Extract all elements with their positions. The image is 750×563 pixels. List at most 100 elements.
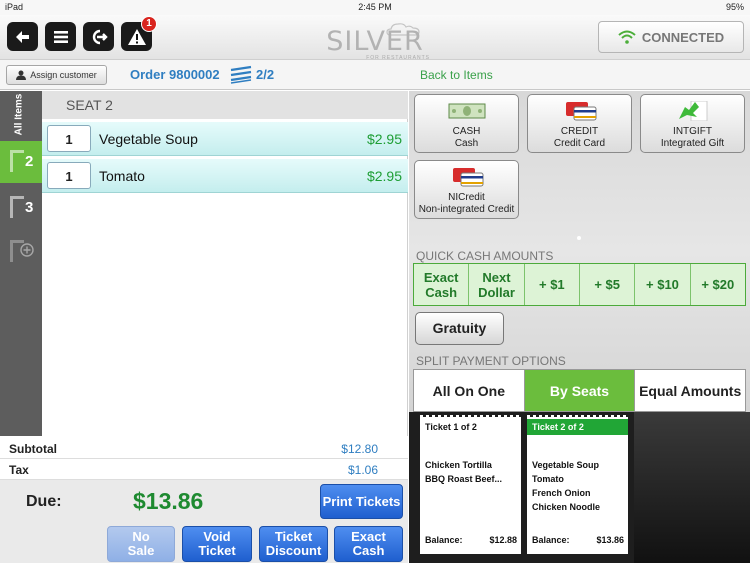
void-ticket-line1: Void: [203, 529, 231, 544]
battery-level: 95%: [725, 2, 744, 12]
item-name: Tomato: [99, 168, 145, 184]
chair-icon: [10, 196, 24, 218]
balance-label: Balance:: [532, 535, 570, 545]
split-equal-amounts[interactable]: Equal Amounts: [635, 370, 746, 411]
due-amount: $13.86: [133, 488, 204, 514]
seat-item-list: SEAT 2 1 Vegetable Soup $2.95 1 Tomato $…: [42, 91, 408, 436]
gift-card-icon: [679, 101, 708, 121]
item-price: $2.95: [366, 131, 402, 147]
clock: 2:45 PM: [358, 2, 392, 12]
gratuity-button[interactable]: Gratuity: [415, 312, 504, 345]
quick-cash-1[interactable]: + $1: [525, 264, 580, 305]
seat-header: SEAT 2: [42, 91, 408, 119]
menu-button[interactable]: [45, 22, 76, 51]
no-sale-line1: No: [132, 529, 150, 544]
quick-cash-exact[interactable]: Exact Cash: [414, 264, 470, 305]
ticket-line: Chicken Tortilla: [425, 460, 492, 470]
ticket-card[interactable]: Ticket 1 of 2 Chicken Tortilla BBQ Roast…: [420, 415, 521, 554]
ticket-balance: Balance: $13.86: [532, 535, 624, 545]
add-seat-button[interactable]: [0, 231, 42, 273]
credit-card-icon: [566, 102, 597, 121]
subtotal-row: Subtotal $12.80: [0, 438, 408, 459]
gift-payment-button[interactable]: INTGIFT Integrated Gift: [640, 94, 745, 153]
subtotal-value: $12.80: [341, 442, 378, 456]
due-label: Due:: [26, 493, 62, 510]
split-options-bar: All On One By Seats Equal Amounts: [413, 369, 746, 412]
logout-button[interactable]: [83, 22, 114, 51]
menu-icon: [53, 30, 68, 43]
all-items-label: All Items: [13, 93, 25, 136]
exact-cash-line2: Cash: [352, 543, 385, 558]
quick-cash-20[interactable]: + $20: [691, 264, 745, 305]
payment-code: CASH: [452, 126, 481, 137]
assign-customer-button[interactable]: Assign customer: [6, 65, 107, 85]
connection-status-button[interactable]: CONNECTED: [598, 21, 744, 53]
item-quantity[interactable]: 1: [47, 162, 91, 189]
pos-app: iPad 2:45 PM 95% 1 SILVER FOR RESTAURANT…: [0, 0, 750, 563]
ticket-title: Ticket 2 of 2: [527, 419, 628, 435]
quick-cash-label: QUICK CASH AMOUNTS: [416, 249, 554, 263]
seat-tab-3[interactable]: 3: [0, 187, 42, 229]
payment-code: CREDIT: [560, 126, 599, 137]
quick-cash-next-dollar[interactable]: Next Dollar: [469, 264, 525, 305]
payment-name: Credit Card: [553, 138, 606, 149]
balance-value: $13.86: [596, 535, 624, 545]
ticket-line: BBQ Roast Beef...: [425, 474, 503, 484]
order-info-bar: Assign customer Order 9800002 2/2 Back t…: [0, 60, 750, 90]
balance-value: $12.88: [489, 535, 517, 545]
credit-payment-button[interactable]: CREDIT Credit Card: [527, 94, 632, 153]
chair-icon: [10, 150, 24, 172]
payment-code: INTGIFT: [673, 126, 712, 137]
person-icon: [16, 70, 27, 80]
list-item[interactable]: 1 Vegetable Soup $2.95: [42, 122, 408, 156]
page-indicator-dot: [577, 236, 581, 240]
quick-cash-10[interactable]: + $10: [635, 264, 691, 305]
cash-payment-button[interactable]: CASH Cash: [414, 94, 519, 153]
seat-number: 3: [25, 199, 34, 216]
ticket-line: Vegetable Soup: [532, 460, 600, 470]
back-to-items-link[interactable]: Back to Items: [420, 68, 493, 82]
item-quantity[interactable]: 1: [47, 125, 91, 152]
balance-label: Balance:: [425, 535, 463, 545]
seat-tab-2[interactable]: 2: [0, 141, 42, 183]
cash-icon: [448, 103, 486, 119]
ticket-title: Ticket 1 of 2: [425, 422, 477, 432]
nicredit-payment-button[interactable]: NICredit Non-integrated Credit: [414, 160, 519, 219]
seat-number: 2: [25, 153, 34, 170]
ticket-discount-button[interactable]: Ticket Discount: [259, 526, 328, 562]
ticket-line: Chicken Noodle: [532, 502, 601, 512]
connection-label: CONNECTED: [641, 29, 725, 45]
back-arrow-icon: [15, 30, 29, 43]
split-layers-icon: [230, 65, 252, 84]
exact-cash-button[interactable]: Exact Cash: [334, 526, 403, 562]
wifi-icon: [618, 30, 636, 44]
split-all-on-one[interactable]: All On One: [414, 370, 525, 411]
list-item[interactable]: 1 Tomato $2.95: [42, 159, 408, 193]
no-sale-button[interactable]: No Sale: [107, 526, 175, 562]
totals-panel: Subtotal $12.80 Tax $1.06 Due: $13.86 Pr…: [0, 436, 408, 563]
quick-cash-text: Cash: [425, 284, 458, 300]
payment-panel: CASH Cash CREDIT Credit Card INTGIFT Int…: [409, 91, 750, 412]
exact-cash-line1: Exact: [351, 529, 386, 544]
tax-value: $1.06: [347, 463, 378, 477]
top-toolbar: 1 SILVER FOR RESTAURANTS CONNECTED: [0, 15, 750, 62]
quick-cash-5[interactable]: + $5: [580, 264, 636, 305]
tickets-strip: Ticket 1 of 2 Chicken Tortilla BBQ Roast…: [409, 412, 750, 563]
split-by-seats[interactable]: By Seats: [524, 370, 636, 411]
alert-count-badge: 1: [141, 16, 157, 32]
subtotal-label: Subtotal: [9, 442, 57, 456]
back-button[interactable]: [7, 22, 38, 51]
assign-customer-label: Assign customer: [30, 70, 97, 80]
item-name: Vegetable Soup: [99, 131, 198, 147]
void-ticket-button[interactable]: Void Ticket: [182, 526, 252, 562]
all-items-tab[interactable]: All Items: [0, 91, 42, 139]
ticket-line: Tomato: [532, 474, 564, 484]
quick-cash-text: Exact: [423, 269, 459, 285]
split-count[interactable]: 2/2: [256, 67, 274, 82]
silver-logo: SILVER FOR RESTAURANTS: [320, 22, 430, 62]
void-ticket-line2: Ticket: [198, 543, 236, 558]
payment-code: NICredit: [448, 192, 485, 203]
print-tickets-button[interactable]: Print Tickets: [320, 484, 403, 519]
order-number[interactable]: Order 9800002: [130, 67, 220, 82]
ticket-card[interactable]: Ticket 2 of 2 Vegetable Soup Tomato Fren…: [527, 415, 628, 554]
